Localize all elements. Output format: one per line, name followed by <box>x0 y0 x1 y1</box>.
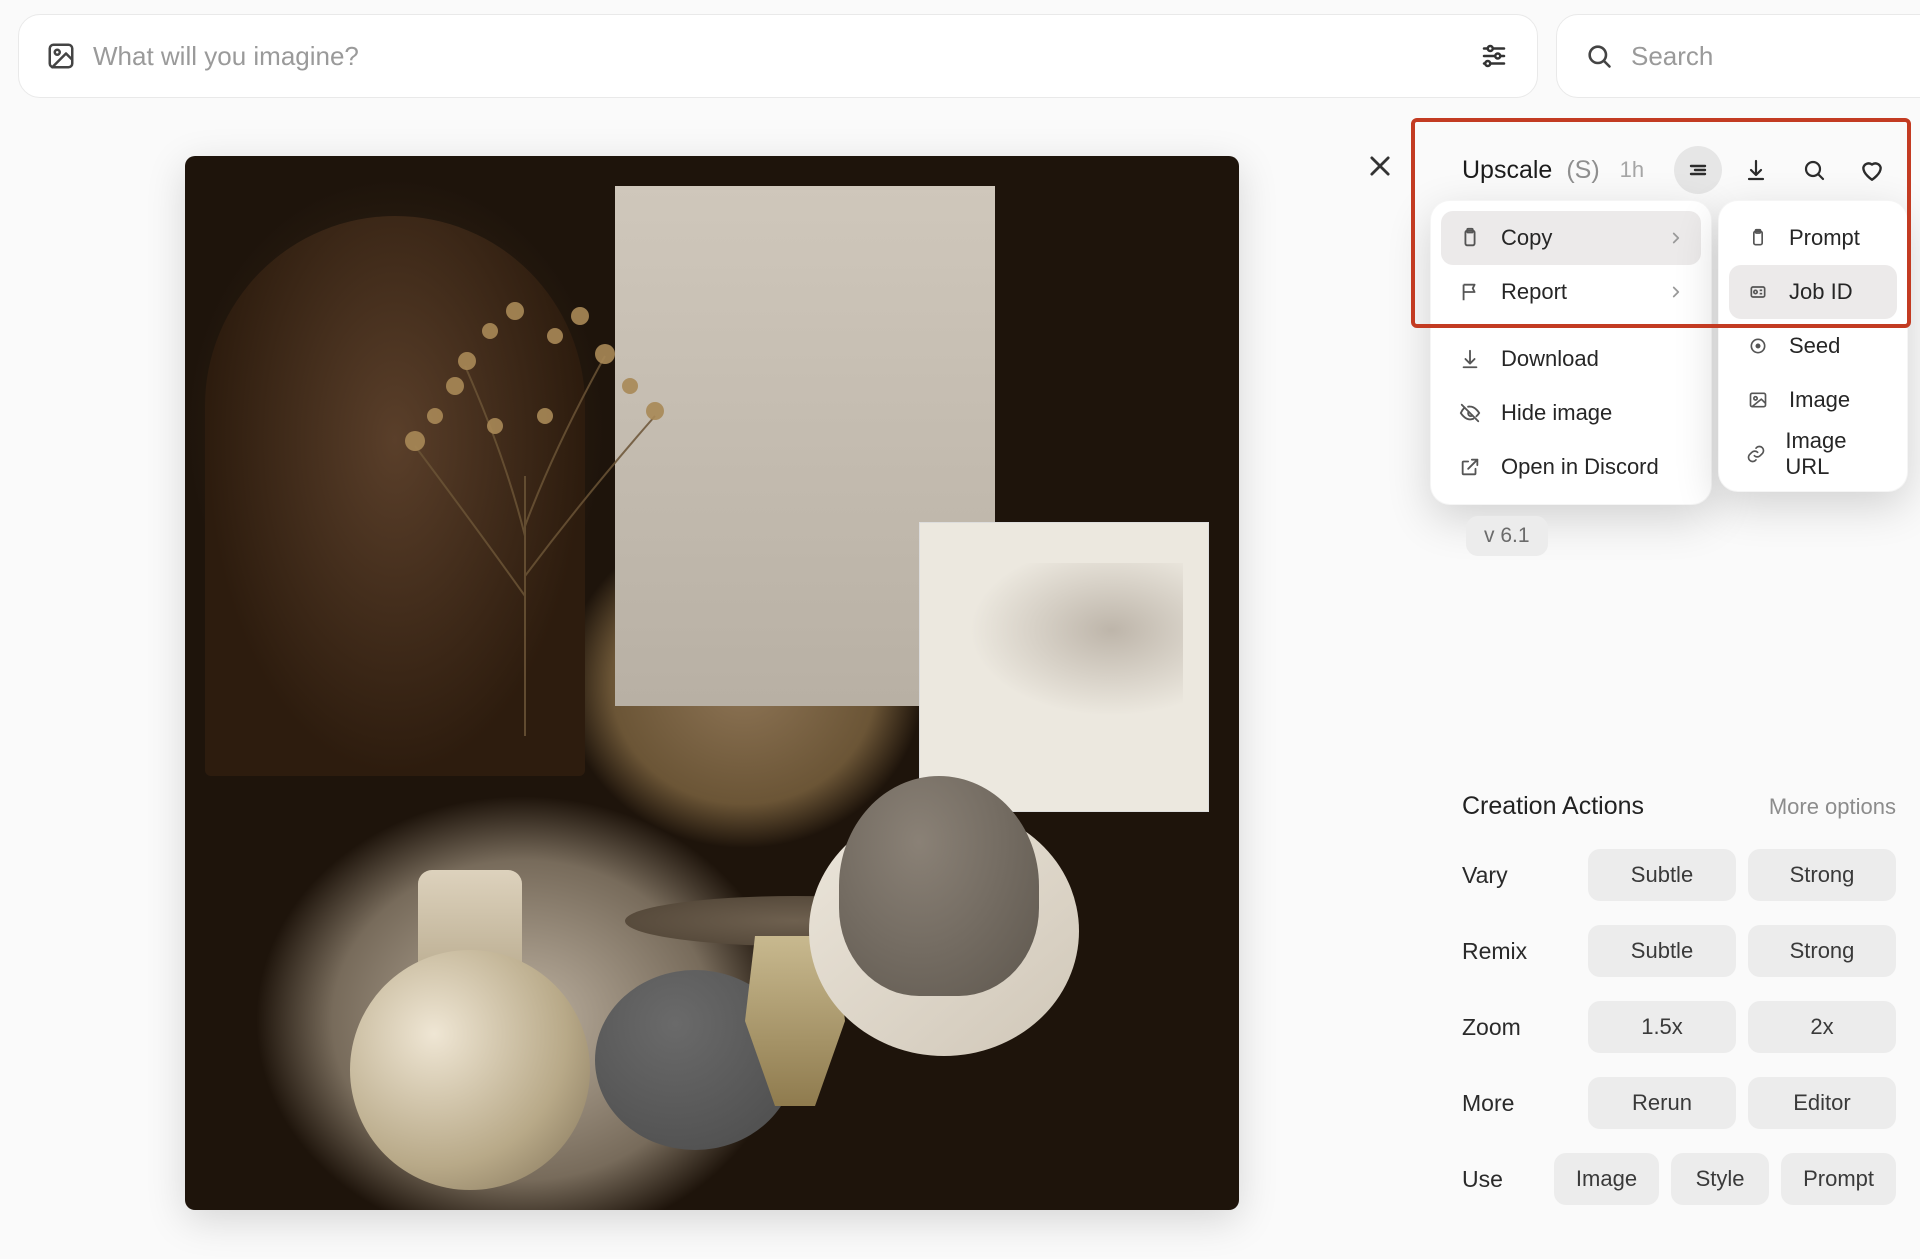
image-actions-menu: Copy Report Download Hide image Open in … <box>1430 200 1712 505</box>
creation-actions-panel: Creation Actions More options Vary Subtl… <box>1462 792 1896 1229</box>
submenu-item-image[interactable]: Image <box>1729 373 1897 427</box>
submenu-item-prompt[interactable]: Prompt <box>1729 211 1897 265</box>
rerun-button[interactable]: Rerun <box>1588 1077 1736 1129</box>
image-icon <box>45 40 77 72</box>
action-row-zoom: Zoom 1.5x 2x <box>1462 1001 1896 1053</box>
menu-item-label: Prompt <box>1789 225 1860 251</box>
action-label: Vary <box>1462 862 1588 889</box>
seed-icon <box>1745 333 1771 359</box>
submenu-item-image-url[interactable]: Image URL <box>1729 427 1897 481</box>
prompt-input[interactable] <box>93 41 1477 72</box>
version-badge: v 6.1 <box>1466 516 1548 556</box>
image-op-variant: (S) <box>1566 156 1599 185</box>
search-icon <box>1583 40 1615 72</box>
action-label: Zoom <box>1462 1014 1588 1041</box>
clipboard-icon <box>1745 225 1771 251</box>
menu-item-label: Copy <box>1501 225 1552 251</box>
menu-item-label: Open in Discord <box>1501 454 1659 480</box>
external-link-icon <box>1457 454 1483 480</box>
menu-item-hide-image[interactable]: Hide image <box>1441 386 1701 440</box>
download-button[interactable] <box>1732 146 1780 194</box>
prompt-bar[interactable] <box>18 14 1538 98</box>
menu-item-report[interactable]: Report <box>1441 265 1701 319</box>
close-button[interactable] <box>1362 148 1398 184</box>
image-icon <box>1745 387 1771 413</box>
menu-item-open-discord[interactable]: Open in Discord <box>1441 440 1701 494</box>
flag-icon <box>1457 279 1483 305</box>
clipboard-icon <box>1457 225 1483 251</box>
search-input[interactable] <box>1631 41 1920 72</box>
action-row-vary: Vary Subtle Strong <box>1462 849 1896 901</box>
use-style-button[interactable]: Style <box>1671 1153 1769 1205</box>
action-row-more: More Rerun Editor <box>1462 1077 1896 1129</box>
favorite-button[interactable] <box>1848 146 1896 194</box>
chevron-right-icon <box>1667 283 1685 301</box>
menu-item-label: Job ID <box>1789 279 1853 305</box>
action-label: Remix <box>1462 938 1588 965</box>
action-label: More <box>1462 1090 1588 1117</box>
menu-item-label: Seed <box>1789 333 1840 359</box>
use-image-button[interactable]: Image <box>1554 1153 1659 1205</box>
menu-item-label: Hide image <box>1501 400 1612 426</box>
settings-sliders-icon[interactable] <box>1477 39 1511 73</box>
chevron-right-icon <box>1667 229 1685 247</box>
menu-item-download[interactable]: Download <box>1441 332 1701 386</box>
eye-off-icon <box>1457 400 1483 426</box>
remix-subtle-button[interactable]: Subtle <box>1588 925 1736 977</box>
search-in-image-button[interactable] <box>1790 146 1838 194</box>
submenu-item-seed[interactable]: Seed <box>1729 319 1897 373</box>
menu-item-label: Image <box>1789 387 1850 413</box>
link-icon <box>1745 441 1767 467</box>
editor-button[interactable]: Editor <box>1748 1077 1896 1129</box>
menu-item-label: Download <box>1501 346 1599 372</box>
vary-subtle-button[interactable]: Subtle <box>1588 849 1736 901</box>
vary-strong-button[interactable]: Strong <box>1748 849 1896 901</box>
generated-image[interactable] <box>185 156 1239 1210</box>
image-age: 1h <box>1620 157 1644 183</box>
action-row-use: Use Image Style Prompt <box>1462 1153 1896 1205</box>
action-row-remix: Remix Subtle Strong <box>1462 925 1896 977</box>
menu-separator <box>1445 325 1697 326</box>
action-label: Use <box>1462 1166 1554 1193</box>
image-panel-header: Upscale (S) 1h <box>1462 146 1896 194</box>
menu-item-label: Image URL <box>1785 428 1881 480</box>
creation-actions-heading: Creation Actions <box>1462 792 1644 821</box>
download-icon <box>1457 346 1483 372</box>
remix-strong-button[interactable]: Strong <box>1748 925 1896 977</box>
more-menu-button[interactable] <box>1674 146 1722 194</box>
copy-submenu: Prompt Job ID Seed Image Image URL <box>1718 200 1908 492</box>
zoom-2x-button[interactable]: 2x <box>1748 1001 1896 1053</box>
search-bar[interactable] <box>1556 14 1920 98</box>
more-options-link[interactable]: More options <box>1769 794 1896 820</box>
use-prompt-button[interactable]: Prompt <box>1781 1153 1896 1205</box>
zoom-1-5x-button[interactable]: 1.5x <box>1588 1001 1736 1053</box>
image-op-title: Upscale <box>1462 156 1552 185</box>
menu-item-copy[interactable]: Copy <box>1441 211 1701 265</box>
submenu-item-jobid[interactable]: Job ID <box>1729 265 1897 319</box>
id-card-icon <box>1745 279 1771 305</box>
menu-item-label: Report <box>1501 279 1567 305</box>
